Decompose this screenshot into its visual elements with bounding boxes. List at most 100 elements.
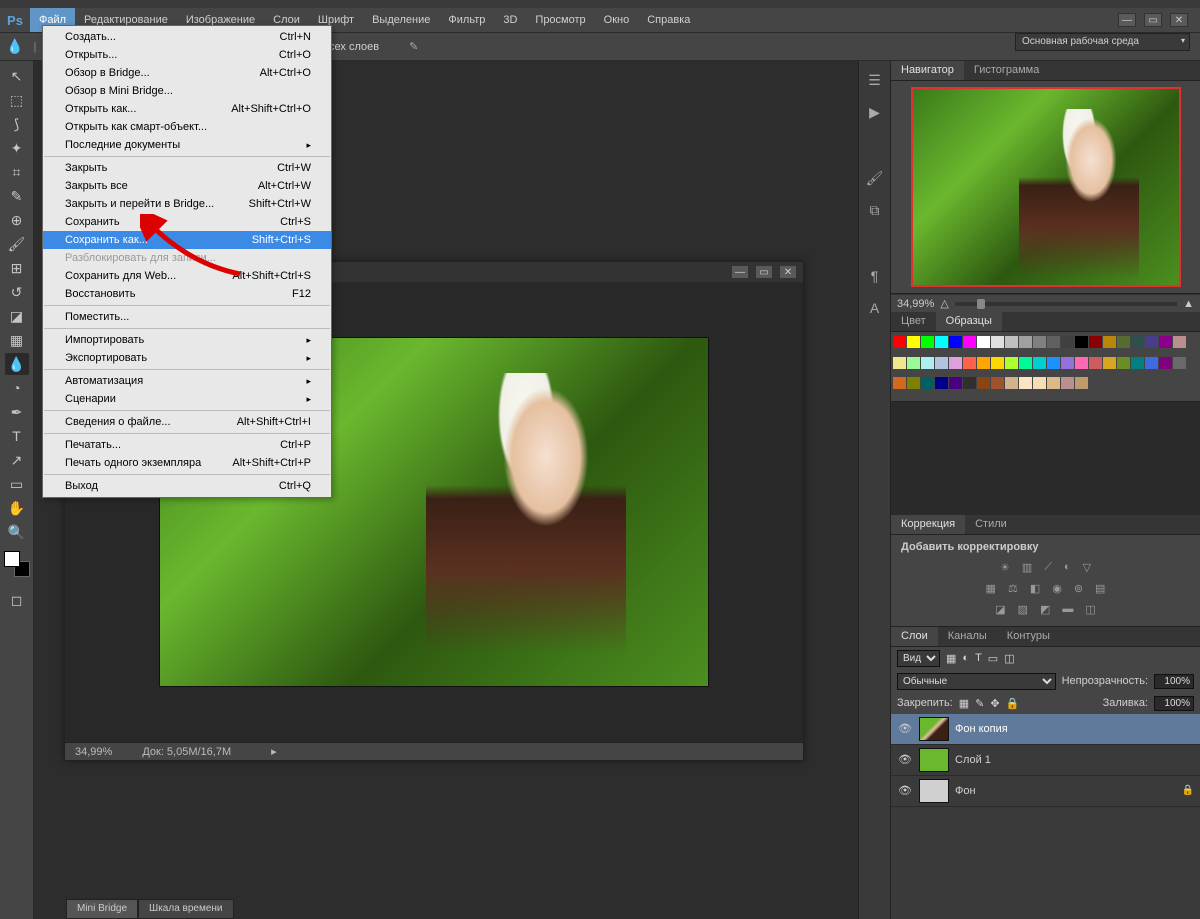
- minimize-button[interactable]: —: [1118, 13, 1136, 27]
- exposure-icon[interactable]: ◐: [1064, 561, 1071, 574]
- swatch[interactable]: [907, 336, 920, 348]
- layer-row[interactable]: 👁Фон копия: [891, 714, 1200, 745]
- navigator-zoom[interactable]: 34,99%: [897, 298, 934, 310]
- file-menu-item[interactable]: Автоматизация: [43, 372, 331, 390]
- layer-row[interactable]: 👁Слой 1: [891, 745, 1200, 776]
- swatch[interactable]: [1159, 336, 1172, 348]
- menu-фильтр[interactable]: Фильтр: [439, 8, 494, 32]
- mini-bridge-tab[interactable]: Mini Bridge: [66, 899, 138, 919]
- swatch[interactable]: [1117, 336, 1130, 348]
- file-menu-item[interactable]: Закрыть и перейти в Bridge...Shift+Ctrl+…: [43, 195, 331, 213]
- file-menu-item[interactable]: Поместить...: [43, 308, 331, 326]
- balance-icon[interactable]: ⚖: [1008, 582, 1018, 595]
- swatch[interactable]: [977, 377, 990, 389]
- lasso-tool[interactable]: ⟆: [5, 113, 29, 135]
- doc-close-icon[interactable]: ✕: [779, 265, 797, 279]
- swatch[interactable]: [1047, 377, 1060, 389]
- swatch[interactable]: [921, 377, 934, 389]
- swatch[interactable]: [893, 377, 906, 389]
- lock-move-icon[interactable]: ✥: [990, 697, 999, 710]
- adjustments-tab[interactable]: Коррекция: [891, 515, 965, 534]
- swatch[interactable]: [991, 377, 1004, 389]
- blend-mode-select[interactable]: Обычные: [897, 673, 1056, 690]
- file-menu-item[interactable]: Импортировать: [43, 331, 331, 349]
- swatch[interactable]: [1047, 336, 1060, 348]
- hand-tool[interactable]: ✋: [5, 497, 29, 519]
- close-button[interactable]: ✕: [1170, 13, 1188, 27]
- navigator-tab[interactable]: Навигатор: [891, 61, 964, 80]
- swatch[interactable]: [1061, 336, 1074, 348]
- quickmask-tool[interactable]: ◻: [5, 589, 29, 611]
- selective-icon[interactable]: ◫: [1085, 603, 1095, 616]
- swatch[interactable]: [1131, 357, 1144, 369]
- swatch[interactable]: [1075, 357, 1088, 369]
- doc-minimize-icon[interactable]: —: [731, 265, 749, 279]
- swatch[interactable]: [1061, 357, 1074, 369]
- file-menu-item[interactable]: Создать...Ctrl+N: [43, 28, 331, 46]
- file-menu-item[interactable]: Экспортировать: [43, 349, 331, 367]
- swatch[interactable]: [921, 336, 934, 348]
- file-menu-item[interactable]: Закрыть всеAlt+Ctrl+W: [43, 177, 331, 195]
- gradient-map-icon[interactable]: ▬: [1062, 603, 1073, 616]
- doc-maximize-icon[interactable]: ▭: [755, 265, 773, 279]
- filter-pixel-icon[interactable]: ▦: [946, 652, 956, 665]
- mixer-icon[interactable]: ⊚: [1074, 582, 1083, 595]
- color-picker[interactable]: [4, 551, 30, 577]
- zoom-in-icon[interactable]: ▲: [1183, 298, 1194, 310]
- para-icon[interactable]: A: [865, 299, 885, 317]
- swatch[interactable]: [1103, 336, 1116, 348]
- swatch[interactable]: [1131, 336, 1144, 348]
- file-menu-item[interactable]: Сохранить для Web...Alt+Shift+Ctrl+S: [43, 267, 331, 285]
- stamp-tool[interactable]: ⊞: [5, 257, 29, 279]
- type-tool[interactable]: T: [5, 425, 29, 447]
- crop-tool[interactable]: ⌗: [5, 161, 29, 183]
- swatch[interactable]: [1047, 357, 1060, 369]
- brush-tool[interactable]: 🖌: [5, 233, 29, 255]
- swatch[interactable]: [935, 336, 948, 348]
- visibility-icon[interactable]: 👁: [897, 753, 913, 766]
- opacity-input[interactable]: [1154, 674, 1194, 689]
- eraser-tool[interactable]: ◪: [5, 305, 29, 327]
- actions-icon[interactable]: ▶: [865, 103, 885, 121]
- swatch[interactable]: [1005, 336, 1018, 348]
- swatch[interactable]: [1019, 357, 1032, 369]
- heal-tool[interactable]: ⊕: [5, 209, 29, 231]
- swatch[interactable]: [963, 357, 976, 369]
- dodge-tool[interactable]: ◔: [5, 377, 29, 399]
- file-menu-item[interactable]: ЗакрытьCtrl+W: [43, 159, 331, 177]
- swatch[interactable]: [907, 357, 920, 369]
- swatch[interactable]: [935, 377, 948, 389]
- file-menu-item[interactable]: Открыть как смарт-объект...: [43, 118, 331, 136]
- swatch[interactable]: [1173, 357, 1186, 369]
- visibility-icon[interactable]: 👁: [897, 722, 913, 735]
- char-icon[interactable]: ¶: [865, 267, 885, 285]
- swatch[interactable]: [921, 357, 934, 369]
- swatch[interactable]: [949, 357, 962, 369]
- swatch[interactable]: [1145, 336, 1158, 348]
- visibility-icon[interactable]: 👁: [897, 784, 913, 797]
- swatch[interactable]: [907, 377, 920, 389]
- clone-icon[interactable]: ⧉: [865, 201, 885, 219]
- file-menu-item[interactable]: ВосстановитьF12: [43, 285, 331, 303]
- swatch[interactable]: [1033, 357, 1046, 369]
- workspace-select[interactable]: Основная рабочая среда: [1015, 33, 1190, 51]
- brush-preset-icon[interactable]: 🖌: [865, 169, 885, 187]
- swatch[interactable]: [1145, 357, 1158, 369]
- file-menu-item[interactable]: Обзор в Mini Bridge...: [43, 82, 331, 100]
- layer-row[interactable]: 👁Фон🔒: [891, 776, 1200, 807]
- pressure-icon[interactable]: ✎: [409, 40, 418, 53]
- menu-справка[interactable]: Справка: [638, 8, 699, 32]
- file-menu-item[interactable]: Обзор в Bridge...Alt+Ctrl+O: [43, 64, 331, 82]
- file-menu-item[interactable]: Печать одного экземпляраAlt+Shift+Ctrl+P: [43, 454, 331, 472]
- styles-tab[interactable]: Стили: [965, 515, 1017, 534]
- swatch[interactable]: [893, 336, 906, 348]
- swatch[interactable]: [1089, 357, 1102, 369]
- swatch[interactable]: [977, 357, 990, 369]
- lock-all-icon[interactable]: 🔒: [1006, 697, 1020, 710]
- swatch[interactable]: [935, 357, 948, 369]
- layer-kind-select[interactable]: Вид: [897, 650, 940, 667]
- swatch[interactable]: [963, 377, 976, 389]
- swatch[interactable]: [1061, 377, 1074, 389]
- menu-просмотр[interactable]: Просмотр: [526, 8, 594, 32]
- menu-окно[interactable]: Окно: [595, 8, 639, 32]
